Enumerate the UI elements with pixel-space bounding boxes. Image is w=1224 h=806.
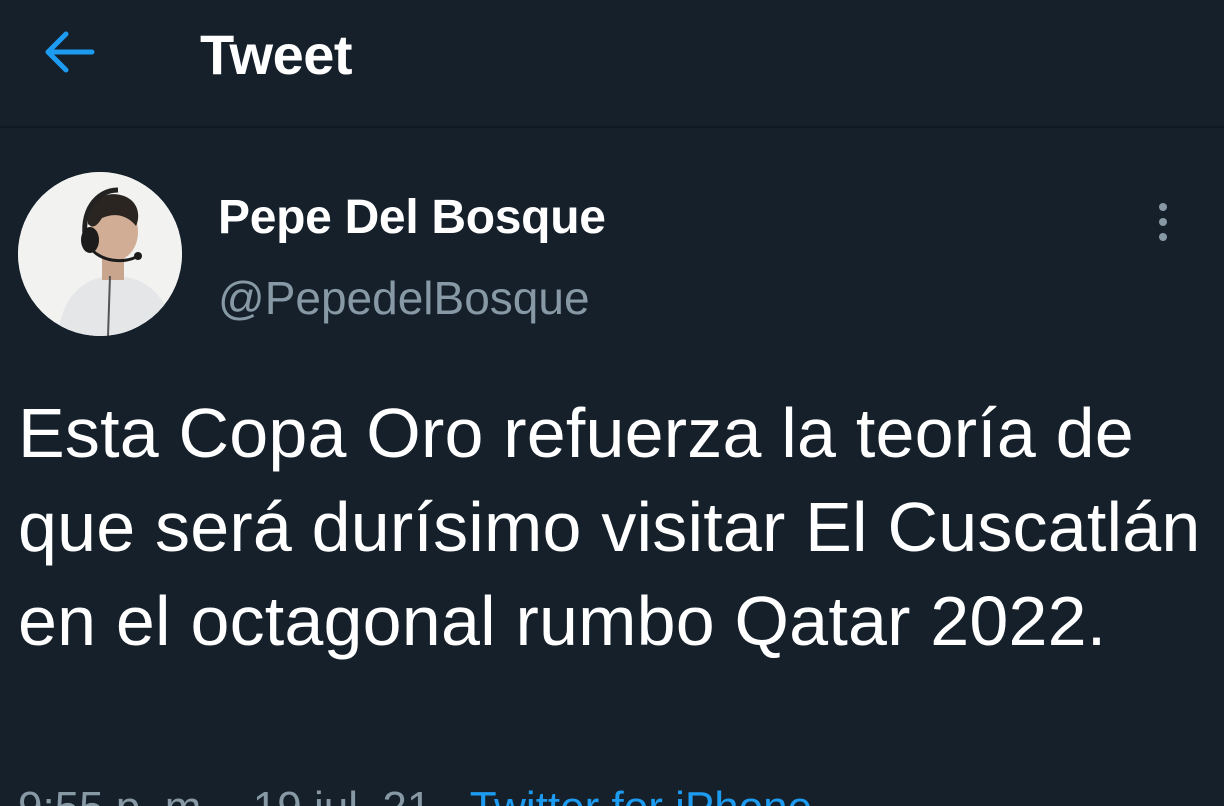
author-name[interactable]: Pepe Del Bosque [218,190,606,246]
tweet-meta: 9:55 p. m. · 19 jul. 21 · Twitter for iP… [18,780,812,806]
meta-separator: · [444,783,459,806]
back-button[interactable] [36,24,100,80]
tweet-screen: Tweet Pepe Del Bosque @PepedelBosque Est… [0,0,1224,806]
tweet-text: Esta Copa Oro refuerza la teoría de que … [18,394,1201,660]
avatar[interactable] [18,172,182,336]
tweet-date: 19 jul. 21 [253,783,432,806]
arrow-left-icon [45,31,95,73]
page-title: Tweet [200,23,353,86]
more-options-button[interactable] [1140,194,1186,250]
author-handle[interactable]: @PepedelBosque [218,270,590,326]
top-bar: Tweet [0,0,1224,128]
tweet-time: 9:55 p. m. [18,783,214,806]
meta-separator: · [226,783,241,806]
user-avatar [18,172,182,336]
tweet-source-link[interactable]: Twitter for iPhone [470,783,812,806]
vertical-ellipsis-icon [1159,203,1167,241]
